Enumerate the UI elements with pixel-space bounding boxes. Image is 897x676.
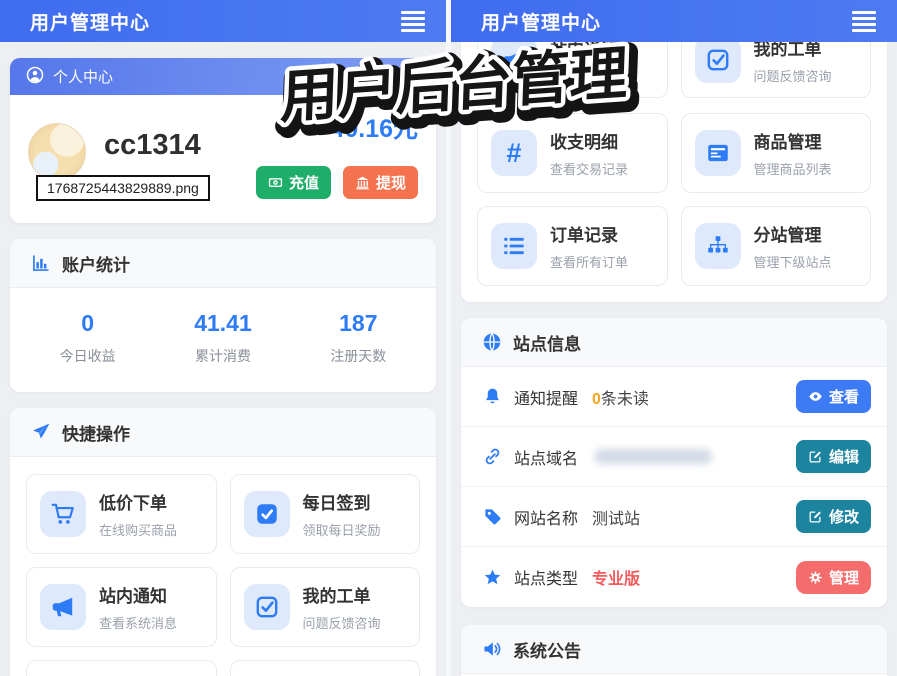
tile-my-ticket[interactable]: 我的工单 问题反馈咨询 <box>229 567 420 647</box>
app-title: 用户管理中心 <box>30 12 151 34</box>
stat-today-income: 0 今日收益 <box>59 310 116 364</box>
modify-button[interactable]: 修改 <box>795 500 871 533</box>
tile-income-detail[interactable]: # 收支明细查看交易记录 <box>26 660 217 676</box>
tile-my-ticket[interactable]: 我的工单 问题反馈咨询 <box>680 42 871 98</box>
quick-actions-card: 快捷操作 低价下单 在线购买商品 每日签到 领取每日奖励 站内通知 查看系统消息… <box>10 408 436 676</box>
edit-button[interactable]: 编辑 <box>795 440 871 473</box>
unread-count: 0条未读 <box>592 390 649 408</box>
page: 用户管理中心 个人中心 cc1314 40.16元 充值 提现 17687254… <box>0 0 897 676</box>
app-header: 用户管理中心 <box>0 0 446 42</box>
list-icon <box>491 223 537 269</box>
tile-daily-signin[interactable]: 每日签到 领取每日奖励 <box>229 474 420 554</box>
tile-income-detail[interactable]: # 收支明细查看交易记录 <box>477 113 668 193</box>
tile-goods-manage[interactable]: 商品管理管理商品列表 <box>680 113 871 193</box>
cart-icon <box>40 491 86 537</box>
bell-icon <box>481 387 503 406</box>
withdraw-button[interactable]: 提现 <box>342 166 418 199</box>
balance-amount: 40.16元 <box>330 115 418 143</box>
quick-section-header: 快捷操作 <box>10 408 436 457</box>
edit-icon <box>808 509 823 524</box>
row-site-name: 网站名称 测试站 修改 <box>461 487 887 547</box>
domain-value-blurred <box>594 449 713 464</box>
site-name-value: 测试站 <box>592 510 641 528</box>
stat-register-days: 187 注册天数 <box>330 310 387 364</box>
eye-icon <box>808 389 823 404</box>
row-notifications: 通知提醒 0条未读 查看 <box>461 367 887 427</box>
sitemap-icon <box>694 223 741 269</box>
globe-icon <box>481 331 503 353</box>
tile-site-notice[interactable]: 站内通知 查看系统消息 <box>26 567 217 647</box>
menu-icon[interactable] <box>849 8 879 35</box>
check-outline-icon <box>694 42 741 83</box>
app-title: 用户管理中心 <box>481 12 602 34</box>
tile-substation-manage[interactable]: 分站管理 管理下级站点 <box>680 206 871 286</box>
link-icon <box>481 447 503 466</box>
tile-order-records[interactable]: 订单记录 查看所有订单 <box>477 206 668 286</box>
stats-card: 账户统计 0 今日收益 41.41 累计消费 187 注册天数 <box>10 239 436 392</box>
avatar[interactable] <box>28 123 86 181</box>
check-outline-icon <box>243 584 290 630</box>
panel-left: 用户管理中心 个人中心 cc1314 40.16元 充值 提现 17687254… <box>0 0 446 676</box>
stats-section-title: 账户统计 <box>62 255 130 275</box>
view-button[interactable]: 查看 <box>795 380 871 413</box>
site-info-section-title: 站点信息 <box>513 334 581 354</box>
tag-icon <box>481 507 503 526</box>
site-info-section-header: 站点信息 <box>461 318 887 367</box>
star-icon <box>481 568 503 587</box>
check-solid-icon <box>243 491 290 537</box>
stats-section-header: 账户统计 <box>10 239 436 288</box>
tile-goods-manage[interactable]: 商品管理管理商品列表 <box>229 660 420 676</box>
personal-section-title: 个人中心 <box>53 69 114 86</box>
row-domain: 站点域名 编辑 <box>461 427 887 487</box>
panel-right: 用户管理中心 站内通知 查看系统消息 我的工单 问题反馈咨询 # 收支明细 查看… <box>451 0 897 676</box>
personal-card: 个人中心 cc1314 40.16元 充值 提现 176872544382988… <box>10 58 436 223</box>
quick-actions-card-continued: 站内通知 查看系统消息 我的工单 问题反馈咨询 # 收支明细 查看交易记录 商品… <box>461 42 887 302</box>
app-header: 用户管理中心 <box>451 0 897 42</box>
row-site-type: 站点类型 专业版 管理 <box>461 547 887 607</box>
avatar-filename-tooltip: 1768725443829889.png <box>36 175 210 201</box>
quick-section-title: 快捷操作 <box>62 424 130 444</box>
announcement-section-header: 系统公告 <box>461 625 887 674</box>
gear-icon <box>808 570 823 585</box>
manage-button[interactable]: 管理 <box>795 560 871 594</box>
bank-icon <box>355 175 370 190</box>
site-info-card: 站点信息 通知提醒 0条未读 查看 站点域名 编辑 网站名称 测试站 修改 站点… <box>461 318 887 607</box>
announcement-card: 系统公告 <box>461 625 887 676</box>
tile-site-notice[interactable]: 站内通知 查看系统消息 <box>477 42 668 98</box>
stat-total-spend: 41.41 累计消费 <box>194 310 252 364</box>
recharge-button[interactable]: 充值 <box>255 166 331 199</box>
announcement-section-title: 系统公告 <box>513 641 581 661</box>
hash-icon: # <box>491 130 537 176</box>
site-type-value: 专业版 <box>592 571 641 588</box>
person-icon <box>26 66 44 88</box>
tile-low-price-order[interactable]: 低价下单 在线购买商品 <box>26 474 217 554</box>
megaphone-icon <box>40 584 86 630</box>
menu-icon[interactable] <box>398 8 428 35</box>
megaphone-icon <box>491 42 537 83</box>
goods-icon <box>694 130 741 176</box>
edit-icon <box>808 449 823 464</box>
personal-section-header: 个人中心 <box>10 58 436 95</box>
rocket-icon <box>30 421 52 443</box>
speaker-icon <box>481 638 503 660</box>
bar-chart-icon <box>30 252 52 274</box>
banknote-icon <box>268 175 283 190</box>
